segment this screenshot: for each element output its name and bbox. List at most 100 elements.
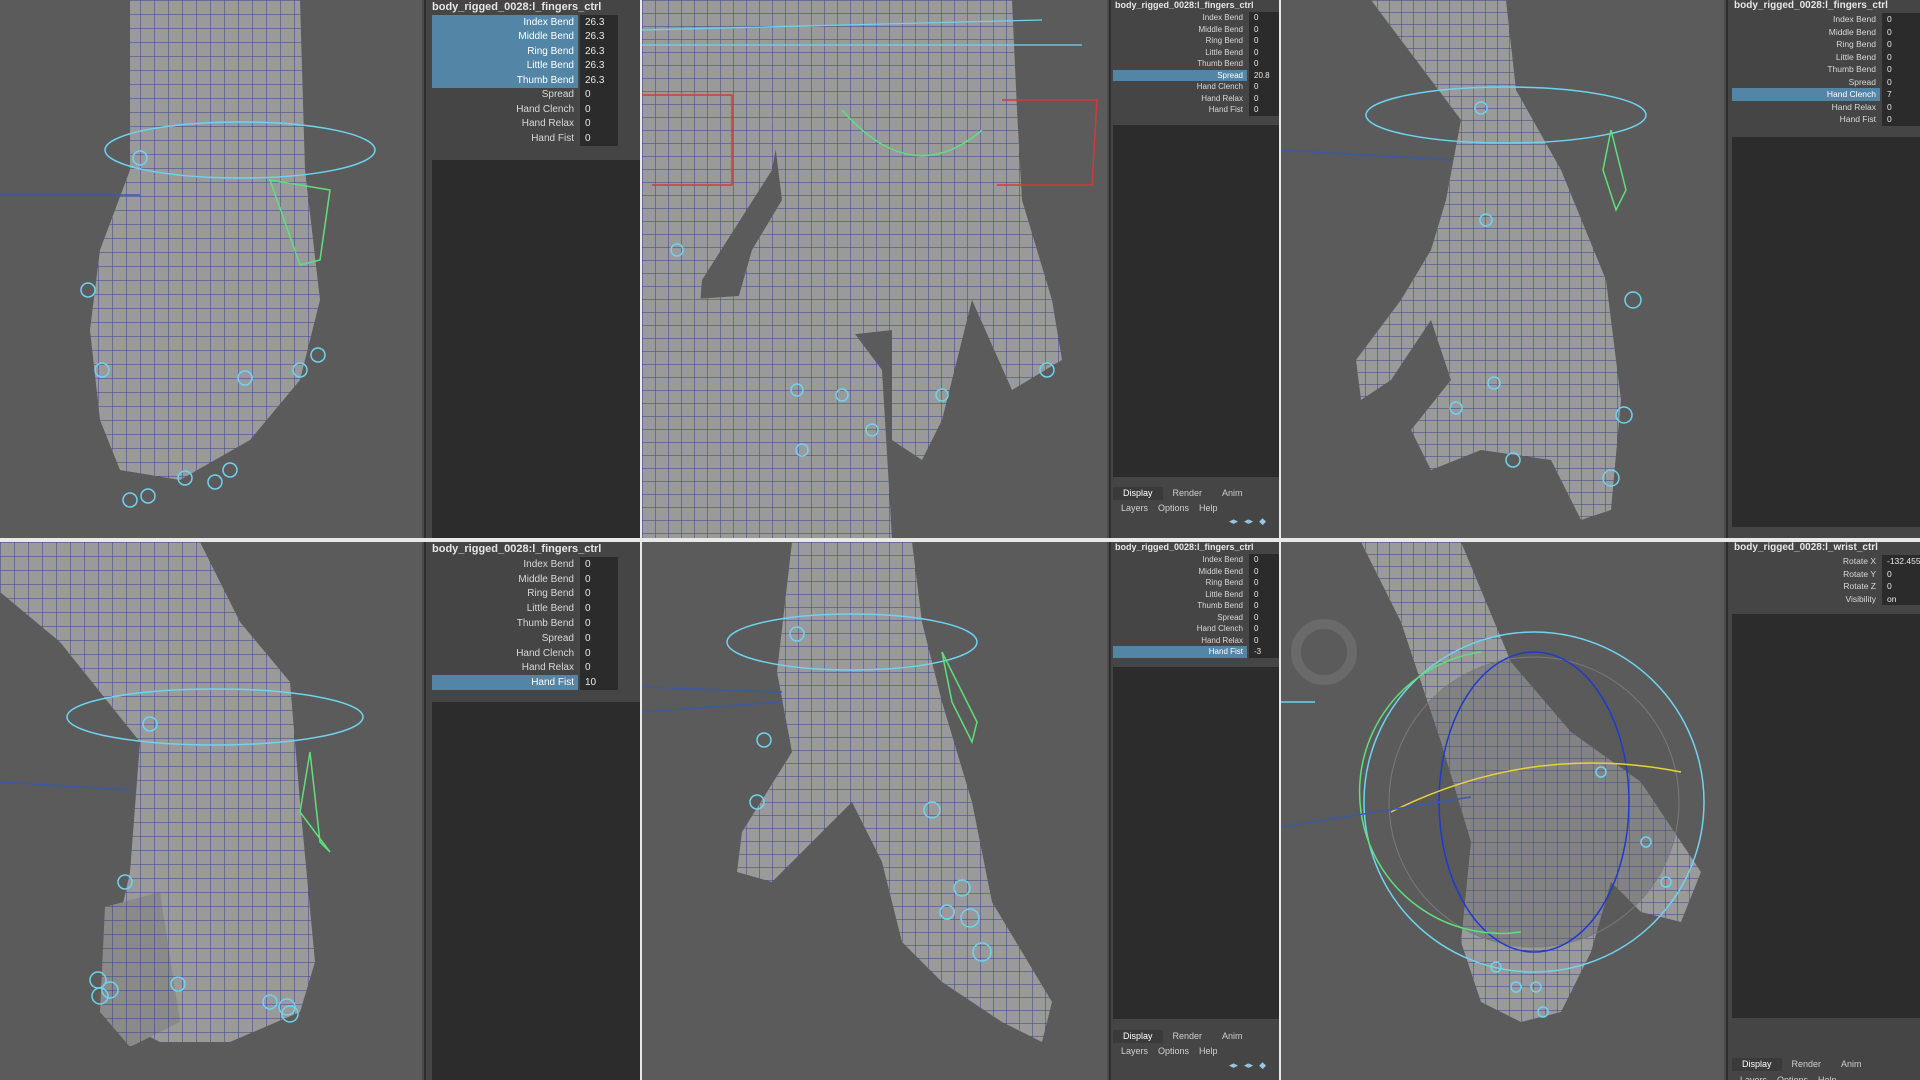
attribute-value-field[interactable]: 10 [580, 675, 618, 691]
attribute-label[interactable]: Middle Bend [432, 29, 578, 44]
attribute-row[interactable]: Little Bend 0 [1113, 46, 1279, 59]
attribute-label[interactable]: Hand Clench [1732, 88, 1880, 101]
attribute-value-field[interactable]: -132.455 [1882, 555, 1920, 568]
move-layer-up-icon[interactable]: ◂▸ [1229, 1060, 1238, 1071]
attribute-label[interactable]: Middle Bend [1113, 566, 1247, 578]
viewport-3d[interactable] [1281, 542, 1724, 1080]
attribute-label[interactable]: Ring Bend [1113, 577, 1247, 589]
attribute-value-field[interactable]: 0 [1249, 104, 1279, 116]
attribute-value-field[interactable]: 0 [1882, 113, 1920, 126]
tab-display[interactable]: Display [1732, 1058, 1782, 1071]
attribute-value-field[interactable]: 0 [1249, 577, 1279, 589]
attribute-label[interactable]: Rotate X [1732, 555, 1880, 568]
attribute-value-field[interactable]: 26.3 [580, 15, 618, 30]
attribute-label[interactable]: Hand Clench [1113, 81, 1247, 93]
attribute-label[interactable]: Middle Bend [432, 572, 578, 587]
attribute-row[interactable]: Ring Bend 0 [1113, 35, 1279, 47]
move-layer-down-icon[interactable]: ◂▸ [1244, 516, 1253, 527]
attribute-row[interactable]: Thumb Bend 26.3 [432, 73, 640, 88]
attribute-label[interactable]: Middle Bend [1732, 26, 1880, 39]
attribute-row[interactable]: Hand Clench 0 [1113, 81, 1279, 93]
menu-options[interactable]: Options [1158, 1045, 1199, 1057]
attribute-label[interactable]: Little Bend [1113, 589, 1247, 601]
attribute-row[interactable]: Middle Bend 0 [1113, 23, 1279, 36]
attribute-row[interactable]: Thumb Bend 0 [432, 616, 640, 631]
attribute-row[interactable]: Little Bend 0 [432, 601, 640, 617]
attribute-label[interactable]: Ring Bend [432, 44, 578, 59]
tab-display[interactable]: Display [1113, 487, 1163, 500]
attribute-label[interactable]: Little Bend [432, 58, 578, 73]
attribute-label[interactable]: Ring Bend [432, 587, 578, 602]
attribute-row[interactable]: Hand Relax 0 [1113, 92, 1279, 105]
attribute-row[interactable]: Rotate Z0 [1732, 580, 1920, 593]
new-layer-icon[interactable]: ◆ [1259, 516, 1266, 527]
attribute-label[interactable]: Thumb Bend [432, 73, 578, 88]
attribute-value-field[interactable]: 0 [1249, 46, 1279, 58]
attribute-label[interactable]: Ring Bend [1113, 35, 1247, 47]
menu-layers[interactable]: Layers [1740, 1074, 1777, 1080]
attribute-label[interactable]: Hand Relax [1113, 635, 1247, 647]
attribute-label[interactable]: Hand Fist [1113, 646, 1247, 658]
attribute-row[interactable]: Thumb Bend 0 [1732, 63, 1920, 76]
attribute-label[interactable]: Rotate Z [1732, 580, 1880, 593]
attribute-value-field[interactable]: 0 [1882, 100, 1920, 113]
attribute-row[interactable]: Hand Relax 0 [1113, 634, 1279, 647]
attribute-value-field[interactable]: 0 [580, 645, 618, 661]
attribute-row[interactable]: Hand Relax 0 [1732, 100, 1920, 113]
tab-render[interactable]: Render [1782, 1058, 1832, 1071]
attribute-value-field[interactable]: 0 [1882, 75, 1920, 88]
menu-layers[interactable]: Layers [1121, 1045, 1158, 1057]
attribute-label[interactable]: Middle Bend [1113, 24, 1247, 36]
attribute-value-field[interactable]: 0 [1249, 588, 1279, 600]
attribute-value-field[interactable]: 0 [580, 571, 618, 587]
attribute-value-field[interactable]: 0 [580, 601, 618, 617]
attribute-value-field[interactable]: 0 [1249, 35, 1279, 47]
attribute-row[interactable]: Hand Clench 7 [1732, 88, 1920, 101]
new-layer-icon[interactable]: ◆ [1259, 1060, 1266, 1071]
attribute-row[interactable]: Ring Bend 0 [1732, 38, 1920, 51]
attribute-row[interactable]: Rotate X -132.455 [1732, 555, 1920, 568]
move-layer-down-icon[interactable]: ◂▸ [1244, 1060, 1253, 1071]
attribute-value-field[interactable]: 26.3 [580, 44, 618, 59]
attribute-row[interactable]: Hand Clench 0 [1113, 623, 1279, 635]
attribute-row[interactable]: Hand Fist 0 [432, 131, 640, 146]
tab-render[interactable]: Render [1163, 1030, 1213, 1043]
attribute-label[interactable]: Visibility [1732, 593, 1880, 606]
attribute-value-field[interactable]: 0 [580, 660, 618, 676]
attribute-value-field[interactable]: 0 [1249, 58, 1279, 70]
attribute-label[interactable]: Little Bend [1113, 47, 1247, 59]
attribute-value-field[interactable]: 0 [1249, 623, 1279, 635]
menu-options[interactable]: Options [1777, 1074, 1818, 1080]
attribute-value-field[interactable]: 0 [580, 630, 618, 646]
tab-anim[interactable]: Anim [1212, 487, 1253, 500]
attribute-label[interactable]: Thumb Bend [1113, 58, 1247, 70]
attribute-value-field[interactable]: 0 [580, 102, 618, 117]
attribute-value-field[interactable]: 0 [1249, 554, 1279, 566]
attribute-label[interactable]: Little Bend [1732, 51, 1880, 64]
attribute-label[interactable]: Rotate Y [1732, 568, 1880, 581]
attribute-row[interactable]: Index Bend 0 [432, 557, 640, 572]
attribute-row[interactable]: Ring Bend 26.3 [432, 44, 640, 59]
attribute-label[interactable]: Spread [1732, 76, 1880, 89]
attribute-row[interactable]: Index Bend 0 [1113, 554, 1279, 566]
attribute-label[interactable]: Spread [432, 631, 578, 646]
attribute-label[interactable]: Spread [432, 88, 578, 103]
attribute-label[interactable]: Hand Fist [432, 131, 578, 146]
attribute-value-field[interactable]: 0 [1249, 600, 1279, 612]
attribute-value-field[interactable]: 0 [580, 87, 618, 102]
attribute-value-field[interactable]: 7 [1882, 88, 1920, 101]
menu-layers[interactable]: Layers [1121, 502, 1158, 514]
attribute-value-field[interactable]: 0 [580, 586, 618, 602]
attribute-value-field[interactable]: 20.8 [1249, 69, 1279, 81]
menu-help[interactable]: Help [1818, 1074, 1847, 1080]
attribute-label[interactable]: Hand Relax [1113, 93, 1247, 105]
attribute-label[interactable]: Hand Relax [432, 117, 578, 132]
attribute-value-field[interactable]: 0 [1882, 38, 1920, 51]
attribute-row[interactable]: Index Bend 26.3 [432, 15, 640, 30]
attribute-value-field[interactable]: 0 [1249, 634, 1279, 646]
attribute-label[interactable]: Index Bend [1732, 13, 1880, 26]
attribute-row[interactable]: Rotate Y0 [1732, 567, 1920, 581]
attribute-value-field[interactable]: 0 [1882, 63, 1920, 76]
attribute-label[interactable]: Thumb Bend [1732, 63, 1880, 76]
attribute-label[interactable]: Index Bend [432, 557, 578, 572]
